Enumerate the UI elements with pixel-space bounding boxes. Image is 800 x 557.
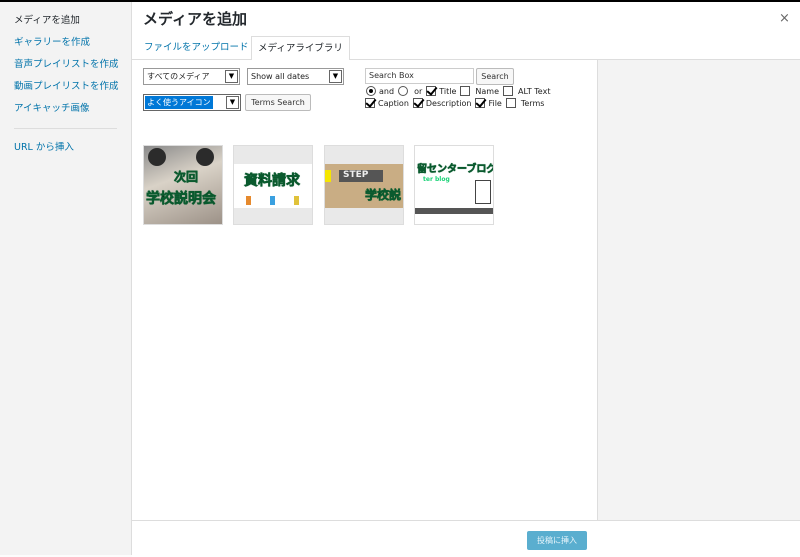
- search-options-row-1: and or Title Name ALT Text: [365, 86, 550, 96]
- router-tabs: ファイルをアップロード メディアライブラリ: [132, 36, 800, 61]
- or-label: or: [414, 86, 423, 96]
- thumbnail-text: 留センターブログ: [417, 164, 494, 176]
- menu-item-create-video-playlist[interactable]: 動画プレイリストを作成: [0, 76, 131, 98]
- pencil-icon: [246, 196, 251, 205]
- attachment-thumbnail[interactable]: STEP 学校説: [324, 145, 404, 225]
- term-filter-value: よく使うアイコン: [145, 96, 213, 109]
- insert-into-post-button[interactable]: 投稿に挿入: [527, 531, 587, 550]
- device-illustration: [475, 180, 491, 204]
- menu-item-create-gallery[interactable]: ギャラリーを作成: [0, 32, 131, 54]
- description-label: Description: [425, 98, 472, 108]
- caption-checkbox[interactable]: [365, 98, 375, 108]
- media-menu: メディアを追加 ギャラリーを作成 音声プレイリストを作成 動画プレイリストを作成…: [0, 2, 132, 555]
- search-options-row-2: Caption Description File Terms: [365, 98, 544, 108]
- yellow-tag: [325, 170, 331, 182]
- modal-title: メディアを追加: [143, 10, 247, 28]
- photo-head: [148, 148, 166, 166]
- terms-checkbox[interactable]: [505, 98, 516, 108]
- date-filter-value: Show all dates: [251, 72, 310, 81]
- tab-upload-files[interactable]: ファイルをアップロード: [138, 36, 255, 60]
- thumbnail-text: 次回: [174, 170, 199, 185]
- terms-label: Terms: [520, 98, 545, 108]
- term-filter-select[interactable]: よく使うアイコン ▼: [143, 94, 241, 111]
- pencil-icon: [270, 196, 275, 205]
- thumbnail-text: 学校説: [365, 188, 402, 203]
- menu-separator: [14, 128, 117, 129]
- media-type-select[interactable]: すべてのメディア ▼: [143, 68, 240, 85]
- title-label: Title: [439, 86, 457, 96]
- menu-item-create-audio-playlist[interactable]: 音声プレイリストを作成: [0, 54, 131, 76]
- attachment-details-sidebar: [597, 60, 800, 520]
- and-radio[interactable]: [366, 86, 376, 96]
- description-checkbox[interactable]: [412, 98, 423, 108]
- date-filter-select[interactable]: Show all dates ▼: [247, 68, 344, 85]
- attachments-browser: [132, 60, 597, 520]
- thumbnail-image: 資料請求: [234, 164, 312, 208]
- pencil-icon: [294, 196, 299, 205]
- chevron-down-icon: ▼: [329, 70, 342, 83]
- tab-media-library[interactable]: メディアライブラリ: [251, 36, 350, 61]
- title-checkbox[interactable]: [426, 86, 437, 96]
- alt-text-label: ALT Text: [518, 86, 551, 96]
- chevron-down-icon: ▼: [225, 70, 238, 83]
- thumbnail-text: 学校説明会: [146, 191, 217, 208]
- thumbnail-text: ter blog: [423, 176, 450, 183]
- or-radio[interactable]: [398, 86, 409, 96]
- chevron-down-icon: ▼: [226, 96, 239, 109]
- file-label: File: [488, 98, 502, 108]
- caption-label: Caption: [378, 98, 409, 108]
- monitor-base: [415, 208, 493, 214]
- media-toolbar-footer: 投稿に挿入: [132, 520, 800, 557]
- menu-item-featured-image[interactable]: アイキャッチ画像: [0, 98, 131, 120]
- thumbnail-text: 資料請求: [244, 173, 301, 190]
- attachment-thumbnail[interactable]: 次回 学校説明会: [143, 145, 223, 225]
- alt-text-checkbox[interactable]: [503, 86, 514, 96]
- close-icon[interactable]: ×: [779, 11, 790, 26]
- name-checkbox[interactable]: [460, 86, 471, 96]
- search-button[interactable]: Search: [476, 68, 514, 85]
- menu-item-add-media[interactable]: メディアを追加: [0, 10, 131, 32]
- thumbnail-image: STEP 学校説: [325, 164, 403, 208]
- media-modal: メディアを追加 ギャラリーを作成 音声プレイリストを作成 動画プレイリストを作成…: [0, 0, 800, 557]
- photo-head: [196, 148, 214, 166]
- name-label: Name: [475, 86, 500, 96]
- media-type-value: すべてのメディア: [147, 72, 210, 81]
- thumbnail-text: STEP: [343, 170, 369, 180]
- file-checkbox[interactable]: [475, 98, 486, 108]
- search-input[interactable]: Search Box: [365, 68, 474, 84]
- menu-item-insert-from-url[interactable]: URL から挿入: [0, 137, 131, 159]
- attachment-thumbnail[interactable]: 留センターブログ ter blog: [414, 145, 494, 225]
- and-label: and: [379, 86, 395, 96]
- terms-search-button[interactable]: Terms Search: [245, 94, 311, 111]
- attachment-thumbnail[interactable]: 資料請求: [233, 145, 313, 225]
